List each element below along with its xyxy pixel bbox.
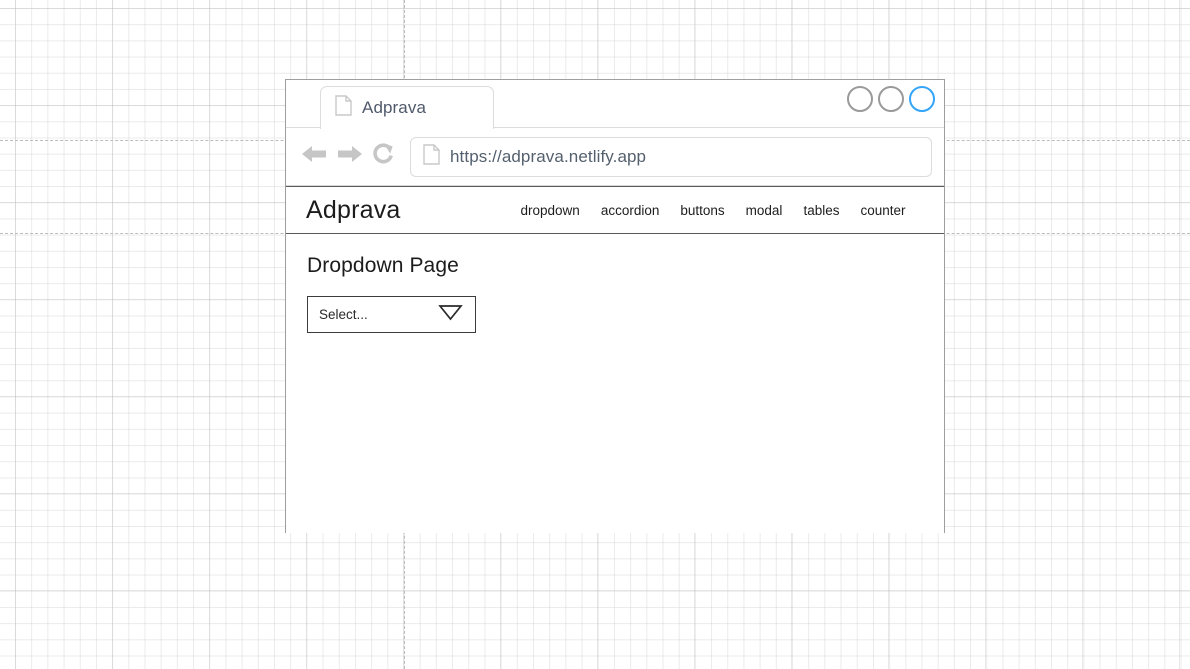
- browser-toolbar: https://adprava.netlify.app: [286, 128, 944, 186]
- nav-item-buttons[interactable]: buttons: [680, 203, 724, 218]
- nav-item-counter[interactable]: counter: [860, 203, 905, 218]
- nav-item-dropdown[interactable]: dropdown: [521, 203, 580, 218]
- page-viewport: Adprava dropdown accordion buttons modal…: [286, 186, 944, 533]
- page-title: Dropdown Page: [307, 254, 459, 277]
- forward-arrow-icon: [334, 143, 364, 170]
- page-icon: [335, 95, 352, 121]
- forward-button[interactable]: [334, 142, 364, 172]
- page-content: Dropdown Page Select...: [286, 234, 944, 333]
- address-bar[interactable]: https://adprava.netlify.app: [410, 136, 932, 177]
- dropdown-select[interactable]: Select...: [307, 296, 476, 333]
- nav-item-modal[interactable]: modal: [746, 203, 783, 218]
- site-nav-links: dropdown accordion buttons modal tables …: [521, 203, 906, 218]
- window-minimize-button[interactable]: [847, 86, 873, 112]
- site-navbar: Adprava dropdown accordion buttons modal…: [286, 186, 944, 234]
- browser-tabstrip: Adprava: [286, 80, 944, 129]
- nav-item-accordion[interactable]: accordion: [601, 203, 660, 218]
- reload-button[interactable]: [368, 142, 398, 172]
- address-bar-value: https://adprava.netlify.app: [450, 146, 647, 166]
- wireframe-canvas: Adprava https://adprava.netlify.app Adpr…: [0, 0, 1190, 669]
- browser-tab-label: Adprava: [362, 98, 427, 117]
- window-close-button[interactable]: [909, 86, 935, 112]
- reload-icon: [370, 141, 396, 172]
- back-arrow-icon: [300, 143, 330, 170]
- site-brand[interactable]: Adprava: [306, 196, 401, 225]
- dropdown-selected-label: Select...: [319, 307, 368, 322]
- chevron-down-icon: [438, 304, 463, 326]
- page-icon: [423, 143, 440, 170]
- window-maximize-button[interactable]: [878, 86, 904, 112]
- nav-item-tables[interactable]: tables: [803, 203, 839, 218]
- back-button[interactable]: [300, 142, 330, 172]
- window-controls: [847, 86, 935, 112]
- browser-tab-adprava[interactable]: Adprava: [320, 86, 494, 129]
- browser-window: Adprava https://adprava.netlify.app Adpr…: [285, 79, 945, 533]
